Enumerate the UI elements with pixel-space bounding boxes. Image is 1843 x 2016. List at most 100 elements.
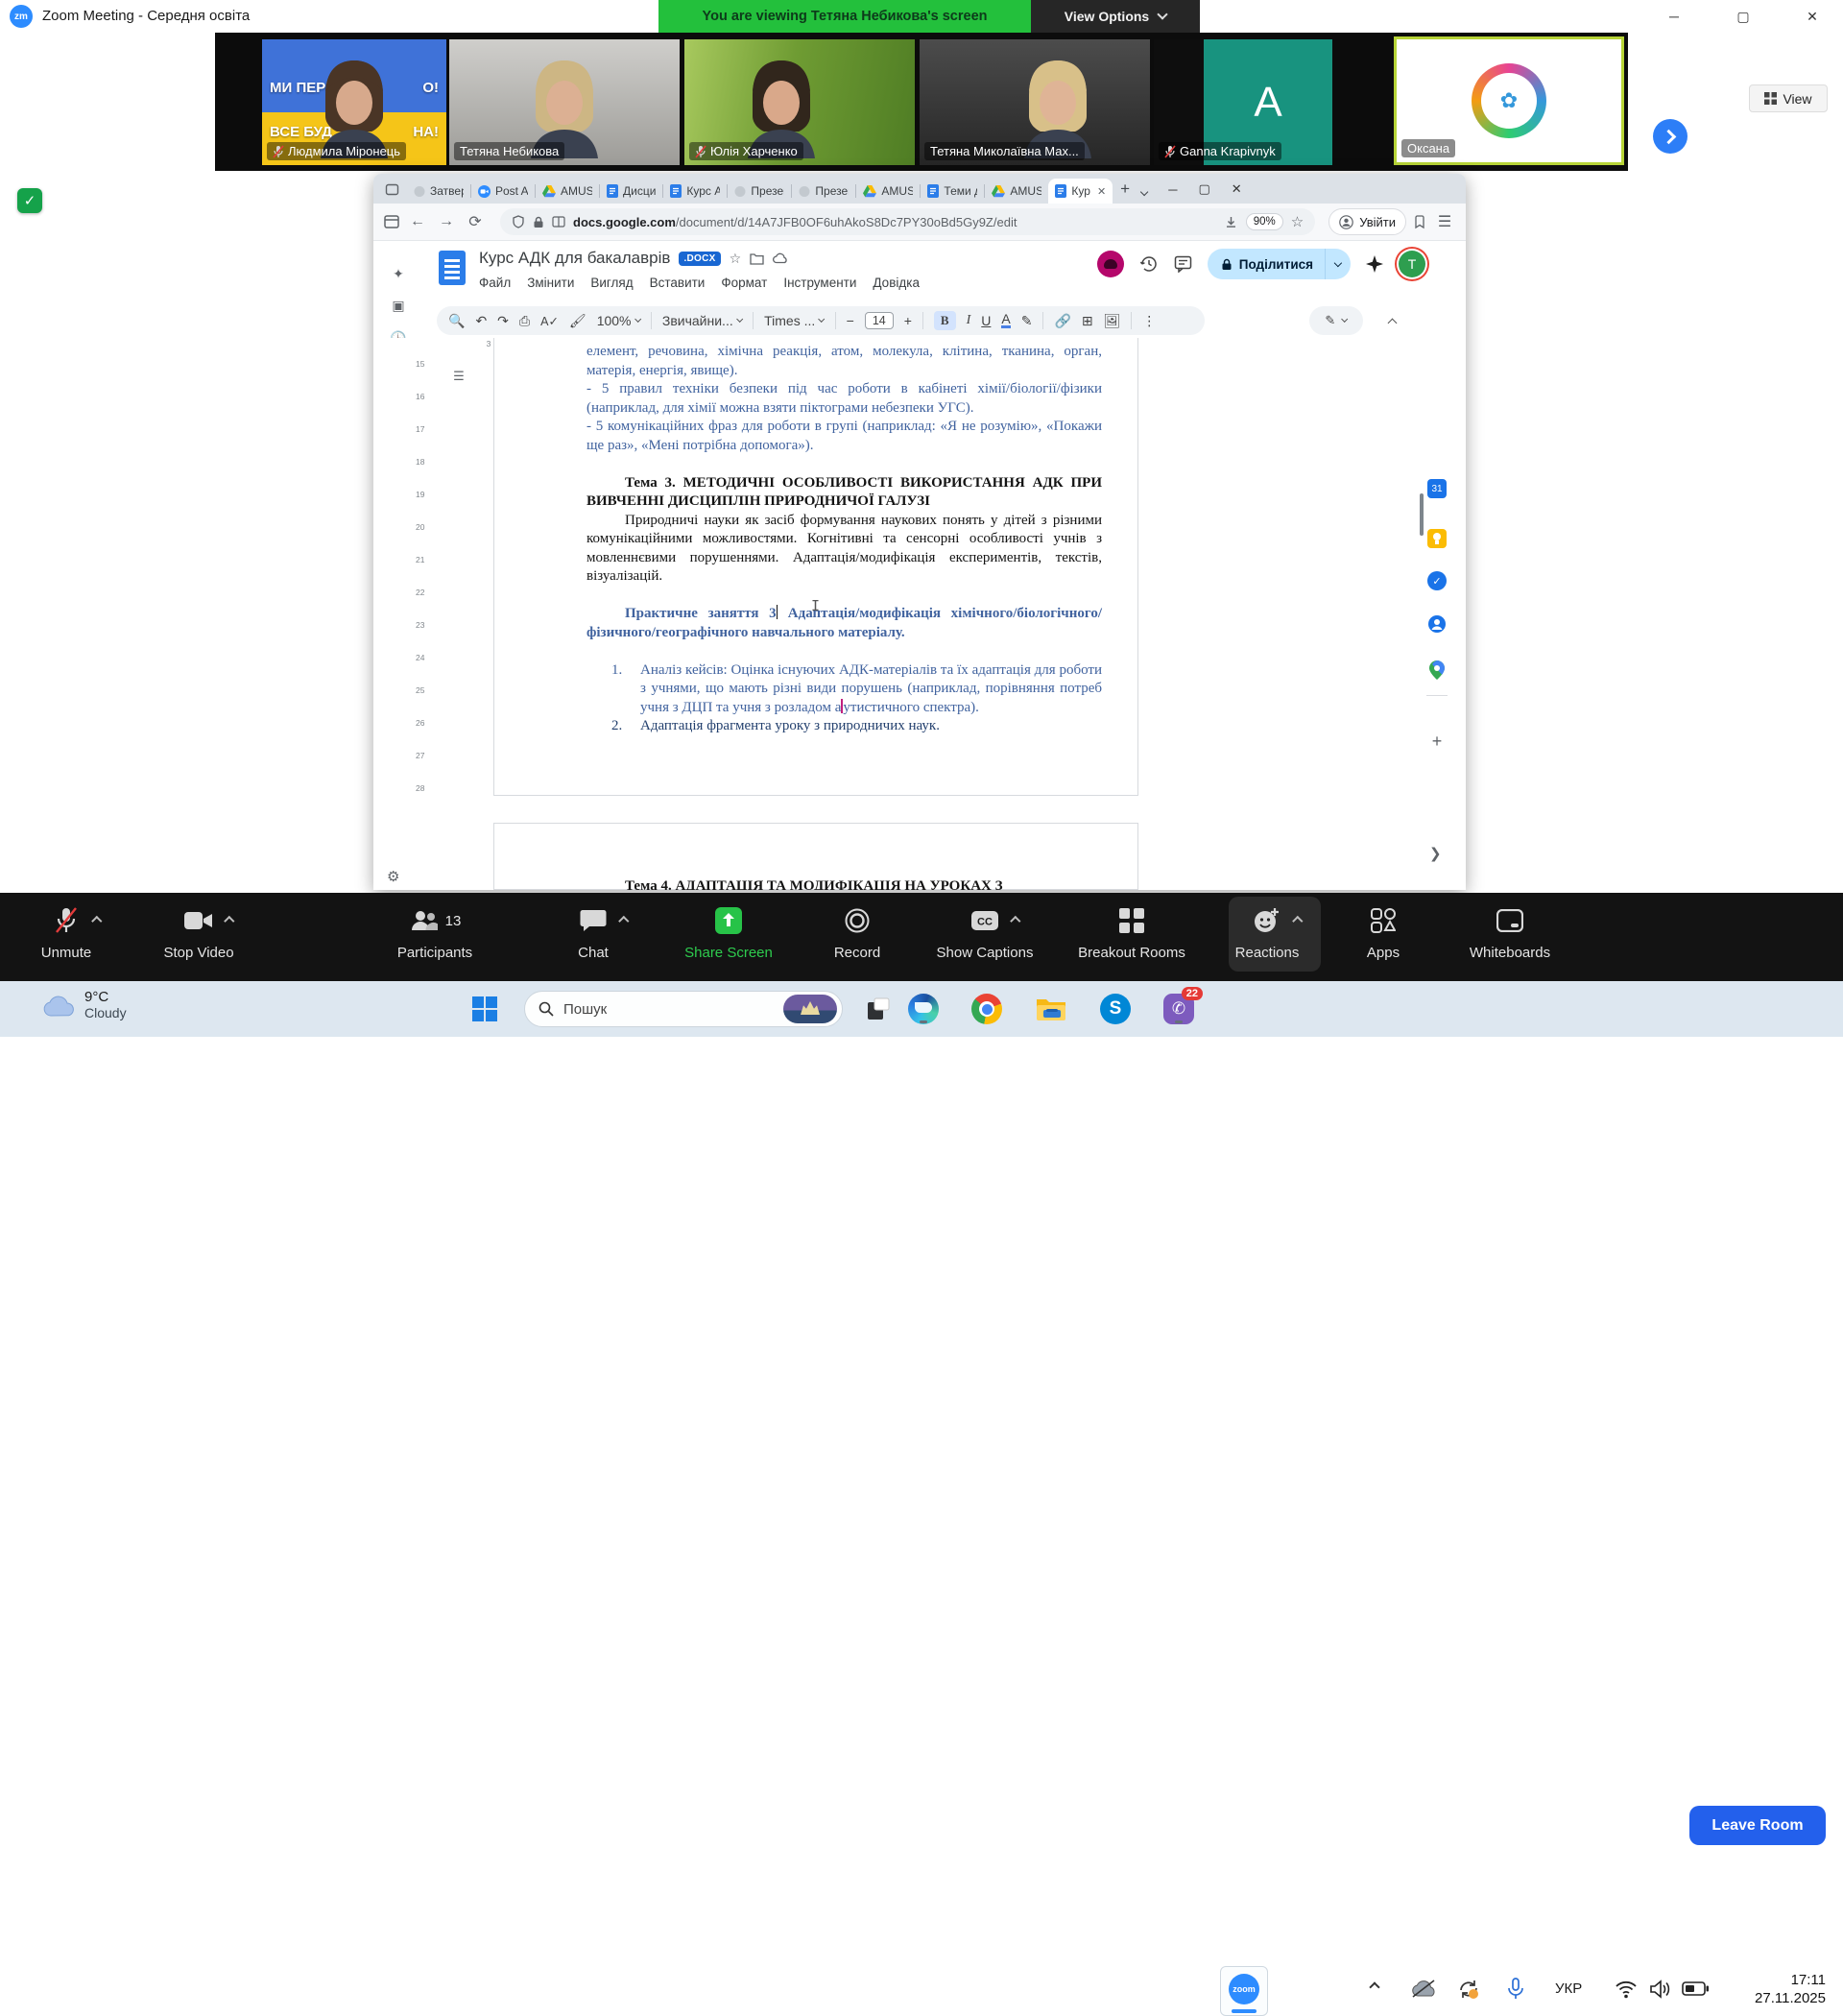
zoom-participants-button[interactable]: 13Participants (363, 900, 507, 961)
maps-icon[interactable] (1425, 659, 1448, 682)
chevron-up-icon[interactable] (1292, 916, 1303, 926)
paint-format-icon[interactable]: 🖌 (569, 313, 586, 329)
add-comment-icon[interactable]: ⊞ (1082, 313, 1093, 329)
new-tab-button[interactable]: + (1120, 180, 1130, 199)
search-highlight-image[interactable] (783, 995, 837, 1023)
tab-workspace-icon[interactable] (385, 182, 399, 197)
volume-icon[interactable] (1649, 1980, 1672, 1999)
language-indicator[interactable]: УКР (1555, 1980, 1582, 1997)
taskbar-weather-widget[interactable]: 9°C Cloudy (42, 989, 127, 1020)
zoom-unmute-button[interactable]: Unmute (0, 900, 138, 961)
zoom-apps-button[interactable]: Apps (1311, 900, 1455, 961)
next-participants-button[interactable] (1653, 119, 1687, 154)
taskbar-viber-icon[interactable]: ✆22 (1161, 992, 1196, 1026)
star-document-icon[interactable]: ☆ (730, 251, 742, 267)
browser-tab-6[interactable]: Презентац (728, 179, 791, 204)
taskbar-clock[interactable]: 17:11 27.11.2025 (1718, 1971, 1826, 2007)
move-folder-icon[interactable] (750, 252, 764, 265)
document-text[interactable]: елемент, речовина, хімічна реакція, атом… (586, 343, 1102, 736)
leave-room-button[interactable]: Leave Room (1689, 1806, 1826, 1845)
close-button[interactable]: ✕ (1802, 7, 1823, 26)
text-color-button[interactable]: A (1001, 313, 1010, 328)
zoom-record-button[interactable]: Record (785, 900, 929, 961)
zoom-chat-button[interactable]: Chat (521, 900, 665, 961)
font-size-field[interactable]: 14 (865, 312, 894, 329)
keep-icon[interactable] (1425, 527, 1448, 550)
spellcheck-icon[interactable]: A✓ (540, 314, 559, 328)
bold-button[interactable]: B (934, 311, 956, 330)
zoom-stop-video-button[interactable]: Stop Video (127, 900, 271, 961)
back-button[interactable]: ← (406, 213, 429, 230)
taskbar-search[interactable]: Пошук (524, 991, 843, 1027)
docs-menu-вставити[interactable]: Вставити (650, 276, 706, 290)
docs-menu-вигляд[interactable]: Вигляд (590, 276, 633, 290)
docs-menu-файл[interactable]: Файл (479, 276, 511, 290)
video-tile-2[interactable]: Тетяна Небикова (449, 39, 680, 165)
underline-button[interactable]: U (981, 313, 991, 328)
font-size-decrease[interactable]: − (847, 313, 854, 328)
zoom-show-captions-button[interactable]: CCShow Captions (913, 900, 1057, 961)
docs-menu-змінити[interactable]: Змінити (527, 276, 574, 290)
forward-button[interactable]: → (435, 213, 458, 230)
browser-essentials-icon[interactable] (1412, 214, 1427, 229)
video-tile-3[interactable]: Юлія Харченко (684, 39, 915, 165)
zoom-select[interactable]: 100% (597, 313, 640, 328)
tray-chevron-up-icon[interactable] (1371, 1983, 1378, 1991)
doc-scrollbar-thumb[interactable] (1420, 493, 1424, 536)
video-tile-4[interactable]: Тетяна Миколаївна Мах... (920, 39, 1150, 165)
maximize-button[interactable]: ▢ (1733, 7, 1754, 26)
tray-mic-icon[interactable] (1507, 1978, 1524, 2001)
editing-mode-button[interactable]: ✎ (1309, 306, 1363, 335)
browser-tab-9[interactable]: Теми д (921, 179, 984, 204)
browser-close-button[interactable]: ✕ (1232, 181, 1242, 197)
collections-icon[interactable]: ▣ (390, 298, 407, 314)
browser-tab-11[interactable]: Кур✕ (1048, 179, 1113, 204)
sidepanel-expand-chevron[interactable]: ❯ (1429, 845, 1442, 862)
browser-tab-3[interactable]: AMUSE (536, 179, 599, 204)
extension-icon[interactable] (1097, 251, 1124, 277)
browser-tab-1[interactable]: Затвердже (407, 179, 470, 204)
document-outline-button[interactable]: ☰ (447, 365, 470, 388)
browser-tab-8[interactable]: AMUSE (856, 179, 920, 204)
gemini-sparkle-icon[interactable] (1366, 255, 1383, 273)
signin-button[interactable]: Увійти (1328, 208, 1406, 235)
zoom-share-screen-button[interactable]: Share Screen (657, 900, 801, 961)
video-tile-5[interactable]: AGanna Krapivnyk (1154, 39, 1332, 165)
address-bar[interactable]: docs.google.com/document/d/14A7JFB0OF6uh… (500, 208, 1315, 235)
chevron-up-icon[interactable] (618, 916, 629, 926)
hide-menus-button[interactable] (1379, 308, 1404, 333)
calendar-icon[interactable]: 31 (1425, 477, 1448, 500)
tracking-shield-icon[interactable] (512, 215, 525, 228)
battery-icon[interactable] (1682, 1981, 1709, 1996)
browser-tab-5[interactable]: Курс А (663, 179, 727, 204)
wifi-icon[interactable] (1615, 1980, 1638, 1999)
share-dropdown[interactable] (1325, 249, 1351, 279)
insert-link-icon[interactable]: 🔗 (1054, 313, 1070, 329)
browser-tab-10[interactable]: AMUSE (985, 179, 1048, 204)
taskbar-skype-icon[interactable]: S (1098, 992, 1133, 1026)
taskbar-chrome-icon[interactable] (969, 992, 1004, 1026)
browser-menu-icon[interactable]: ☰ (1433, 212, 1456, 231)
sync-icon[interactable] (1457, 1978, 1480, 2001)
browser-tab-4[interactable]: Дисци (600, 179, 662, 204)
font-size-increase[interactable]: + (904, 313, 912, 328)
docs-menu-формат[interactable]: Формат (721, 276, 767, 290)
account-avatar[interactable]: T (1399, 251, 1425, 277)
insert-image-icon[interactable]: 🖼 (1104, 313, 1121, 329)
undo-icon[interactable]: ↶ (475, 313, 487, 329)
contacts-icon[interactable] (1425, 612, 1448, 636)
document-page-1[interactable]: елемент, речовина, хімічна реакція, атом… (493, 338, 1138, 796)
highlight-button[interactable]: ✎ (1021, 313, 1033, 329)
browser-tab-7[interactable]: Презентац (792, 179, 855, 204)
share-button[interactable]: Поділитися (1208, 249, 1351, 279)
taskbar-zoom-active[interactable]: zoom (1220, 1966, 1268, 2016)
split-screen-icon[interactable] (552, 216, 565, 228)
refresh-button[interactable]: ⟳ (464, 212, 487, 231)
docs-menu-довідка[interactable]: Довідка (873, 276, 920, 290)
tab-search-chevron[interactable] (1140, 188, 1149, 197)
taskbar-explorer-icon[interactable] (1034, 992, 1068, 1026)
video-tile-1[interactable]: МИ ПЕРЕО!ВСЕ БУДНА!Людмила Міронець (262, 39, 446, 165)
gallery-view-button[interactable]: View (1749, 84, 1828, 112)
version-history-icon[interactable] (1139, 254, 1159, 274)
download-icon[interactable] (1224, 215, 1238, 229)
